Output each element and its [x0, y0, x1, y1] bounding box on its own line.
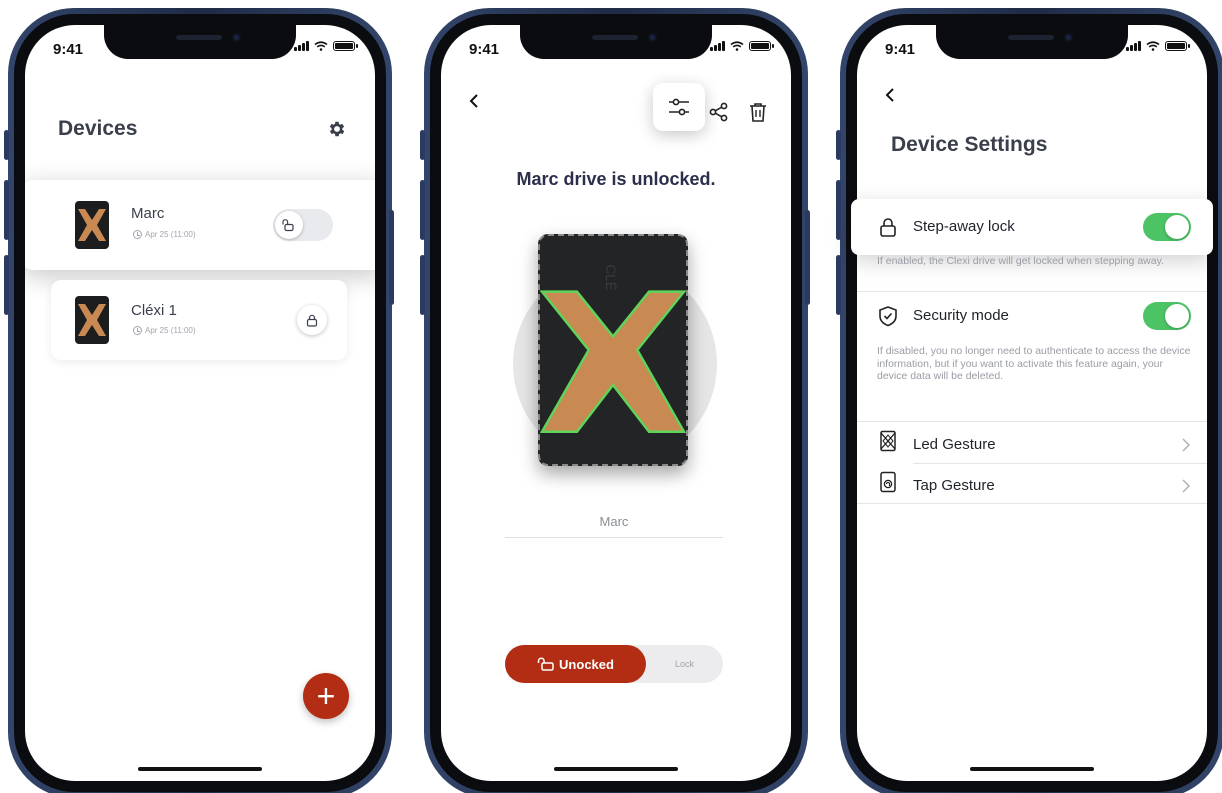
- drive-image: CLÉ: [538, 234, 688, 466]
- device-name: Marc: [131, 205, 165, 222]
- status-time: 9:41: [885, 41, 916, 58]
- side-button: [389, 210, 394, 305]
- battery-icon: [1165, 41, 1190, 51]
- step-away-lock-row[interactable]: Step-away lock: [851, 199, 1213, 255]
- device-date: Apr 25 (11:00): [133, 230, 196, 239]
- led-gesture-icon: [880, 430, 896, 452]
- chevron-right-icon[interactable]: [1181, 479, 1191, 493]
- lock-toggle[interactable]: [273, 209, 333, 241]
- lock-icon: [306, 314, 318, 327]
- side-button: [836, 130, 841, 160]
- side-button: [805, 210, 810, 305]
- unlocked-segment[interactable]: Unocked: [505, 645, 646, 683]
- settings-screen: 9:41 Device Settings Step-away lock If e…: [851, 25, 1213, 781]
- device-card-marc[interactable]: Marc Apr 25 (11:00): [25, 180, 375, 270]
- signal-icon: [710, 41, 725, 51]
- phone-drive: 9:41 Marc drive is unlocked. CLÉ Marc Un…: [424, 8, 808, 793]
- chevron-right-icon[interactable]: [1181, 438, 1191, 452]
- unlock-icon: [275, 211, 303, 239]
- drive-thumbnail: [75, 296, 109, 344]
- back-chevron-icon[interactable]: [881, 85, 901, 105]
- phone-devices: 9:41 Devices Marc Apr 25 (11:00) Cléxi 1…: [8, 8, 392, 793]
- page-title: Device Settings: [891, 133, 1048, 156]
- lock-segmented-control[interactable]: Unocked Lock: [505, 645, 723, 683]
- led-gesture-label[interactable]: Led Gesture: [913, 436, 996, 453]
- side-button: [4, 255, 9, 315]
- phone-bezel: 9:41 Devices Marc Apr 25 (11:00) Cléxi 1…: [14, 14, 386, 792]
- settings-button[interactable]: [653, 83, 705, 131]
- device-name: Cléxi 1: [131, 302, 177, 319]
- status-time: 9:41: [53, 41, 84, 58]
- notch: [104, 25, 296, 59]
- wifi-icon: [314, 41, 328, 51]
- home-indicator[interactable]: [970, 767, 1094, 771]
- battery-icon: [333, 41, 358, 51]
- sliders-icon: [669, 98, 689, 116]
- divider: [913, 463, 1207, 464]
- share-icon[interactable]: [708, 101, 730, 123]
- drive-name-field[interactable]: Marc: [505, 514, 723, 538]
- step-away-lock-label: Step-away lock: [913, 218, 1015, 235]
- step-away-lock-hint: If enabled, the Clexi drive will get loc…: [877, 255, 1164, 267]
- signal-icon: [294, 41, 309, 51]
- page-title: Devices: [58, 117, 138, 140]
- lock-segment[interactable]: Lock: [646, 645, 723, 683]
- device-date-text: Apr 25 (11:00): [145, 230, 196, 239]
- security-mode-hint: If disabled, you no longer need to authe…: [877, 345, 1191, 382]
- phone-bezel: 9:41 Marc drive is unlocked. CLÉ Marc Un…: [430, 14, 802, 792]
- divider: [857, 421, 1207, 422]
- drive-status-message: Marc drive is unlocked.: [516, 169, 716, 189]
- unlocked-label: Unocked: [559, 656, 614, 672]
- side-button: [836, 180, 841, 240]
- signal-icon: [1126, 41, 1141, 51]
- plus-icon: +: [316, 678, 336, 714]
- wifi-icon: [730, 41, 744, 51]
- tap-gesture-icon: [880, 471, 896, 493]
- lock-button[interactable]: [297, 305, 327, 335]
- side-button: [420, 255, 425, 315]
- wifi-icon: [1146, 41, 1160, 51]
- drive-thumbnail: [75, 201, 109, 249]
- device-date: Apr 25 (11:00): [133, 326, 196, 335]
- shield-icon: [879, 306, 897, 327]
- side-button: [420, 180, 425, 240]
- status-time: 9:41: [469, 41, 500, 58]
- phone-bezel: 9:41 Device Settings Step-away lock If e…: [846, 14, 1218, 792]
- security-mode-toggle[interactable]: [1143, 302, 1191, 330]
- security-mode-label: Security mode: [913, 307, 1009, 324]
- gear-icon[interactable]: [327, 119, 347, 139]
- lock-icon: [880, 218, 896, 237]
- back-chevron-icon[interactable]: [465, 91, 485, 111]
- tap-gesture-label[interactable]: Tap Gesture: [913, 477, 995, 494]
- status-icons: [294, 41, 358, 51]
- side-button: [4, 180, 9, 240]
- clock-icon: [133, 230, 142, 239]
- drive-screen: 9:41 Marc drive is unlocked. CLÉ Marc Un…: [441, 25, 791, 781]
- clock-icon: [133, 326, 142, 335]
- home-indicator[interactable]: [138, 767, 262, 771]
- notch: [936, 25, 1128, 59]
- phone-settings: 9:41 Device Settings Step-away lock If e…: [840, 8, 1222, 793]
- status-icons: [1126, 41, 1190, 51]
- trash-icon[interactable]: [747, 101, 769, 123]
- step-away-lock-toggle[interactable]: [1143, 213, 1191, 241]
- divider: [857, 503, 1207, 504]
- divider: [857, 291, 1207, 292]
- add-device-button[interactable]: +: [303, 673, 349, 719]
- device-card-clexi[interactable]: Cléxi 1 Apr 25 (11:00): [51, 280, 347, 360]
- home-indicator[interactable]: [554, 767, 678, 771]
- side-button: [836, 255, 841, 315]
- devices-screen: 9:41 Devices Marc Apr 25 (11:00) Cléxi 1…: [25, 25, 375, 781]
- status-icons: [710, 41, 774, 51]
- lock-label: Lock: [674, 659, 694, 669]
- notch: [520, 25, 712, 59]
- side-button: [4, 130, 9, 160]
- drive-brand-text: CLÉ: [603, 264, 618, 290]
- device-date-text: Apr 25 (11:00): [145, 326, 196, 335]
- unlock-icon: [537, 657, 554, 671]
- battery-icon: [749, 41, 774, 51]
- side-button: [420, 130, 425, 160]
